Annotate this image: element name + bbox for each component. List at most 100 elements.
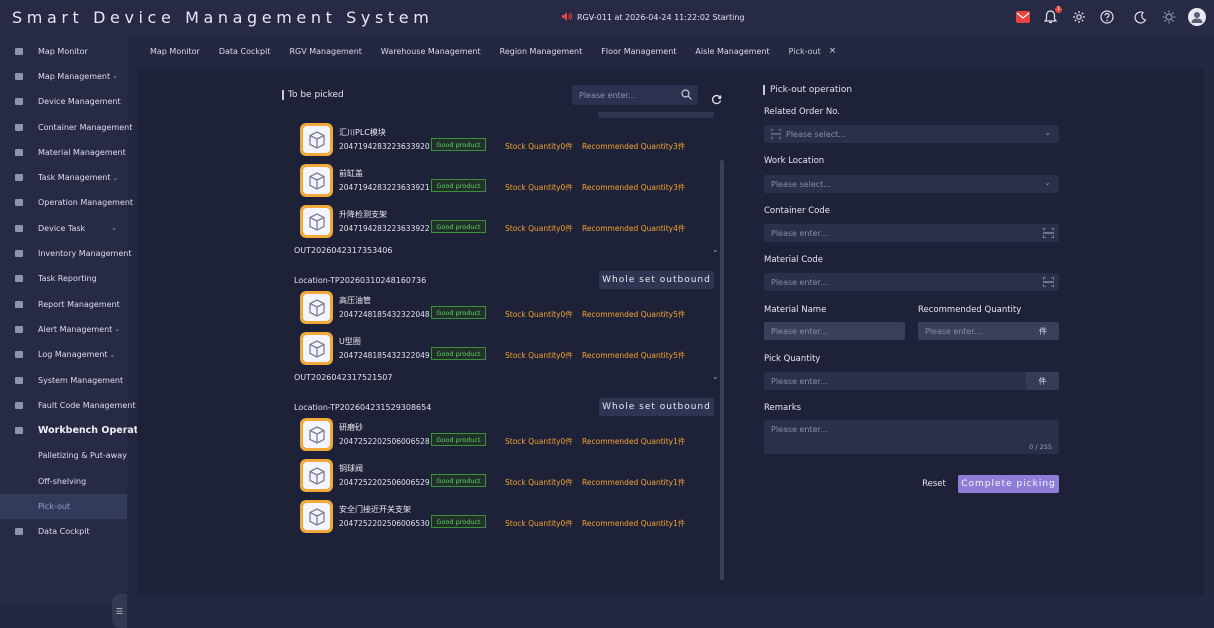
help-icon[interactable] [1098, 9, 1115, 26]
tab-aisle-management[interactable]: Aisle Management [695, 47, 769, 56]
mail-icon[interactable] [1014, 9, 1031, 26]
tab-region-management[interactable]: Region Management [500, 47, 583, 56]
recommended-quantity: Recommended Quantity5件 [582, 351, 686, 360]
search-icon[interactable] [681, 89, 692, 102]
search-placeholder: Please enter... [579, 90, 636, 100]
device-status[interactable]: RGV-011 at 2026-04-24 11:22:02 Starting [562, 12, 744, 23]
cockpit-icon [14, 527, 24, 536]
work-location-select[interactable]: Please select... ⌄ [764, 175, 1059, 193]
sidebar-item-map-management[interactable]: Map Management ⌄ [0, 64, 127, 89]
whole-set-outbound-button[interactable]: Whole set outbound [599, 398, 714, 416]
recommended-quantity: Recommended Quantity1件 [582, 437, 686, 446]
chevron-down-icon[interactable]: ⌄ [712, 245, 719, 254]
sidebar-item-operation-management[interactable]: Operation Management [0, 190, 133, 215]
scan-icon[interactable] [1042, 227, 1055, 240]
tab-floor-management[interactable]: Floor Management [601, 47, 676, 56]
chevron-down-icon: ⌄ [111, 224, 118, 233]
recommended-quantity-placeholder: Please enter... [925, 326, 982, 336]
sidebar-item-workbench-operation[interactable]: Workbench Operation [0, 418, 155, 443]
top-header: Smart Device Management System RGV-011 a… [0, 0, 1214, 38]
sidebar-item-label: Inventory Management [38, 249, 132, 259]
sidebar-item-container-management[interactable]: Container Management [0, 114, 132, 139]
sidebar-item-alert-management[interactable]: Alert Management ⌄ [0, 317, 127, 342]
sidebar-item-task-management[interactable]: Task Management ⌄ [0, 165, 127, 190]
search-input[interactable]: Please enter... [572, 85, 698, 105]
status-badge: Good product [431, 433, 486, 446]
menu-fold-icon: ☰ [115, 606, 124, 616]
sun-icon[interactable] [1160, 9, 1177, 26]
product-row[interactable]: U型圈 2047248185432322049 Good product Stock … [300, 332, 720, 365]
product-name: 铜球阀 [339, 464, 363, 473]
product-box-icon [300, 123, 333, 156]
product-box-icon [300, 164, 333, 197]
sidebar-item-fault-code-management[interactable]: Fault Code Management [0, 393, 135, 418]
product-row[interactable]: 汇川PLC模块 2047194283223633920 Good product St… [300, 123, 720, 156]
product-box-icon [300, 418, 333, 451]
avatar[interactable] [1188, 8, 1206, 26]
cut-off-button [598, 112, 714, 118]
tab-warehouse-management[interactable]: Warehouse Management [381, 47, 481, 56]
remarks-textarea[interactable]: Please enter... 0 / 255 [764, 420, 1059, 454]
sidebar-item-label: Alert Management [38, 324, 113, 334]
related-order-select[interactable]: Please select... ⌄ [764, 125, 1059, 143]
whole-set-outbound-button[interactable]: Whole set outbound [599, 271, 714, 289]
material-code-field[interactable]: Please enter... [764, 273, 1059, 291]
sidebar-item-label: Task Management [38, 173, 111, 183]
bell-icon[interactable]: 1 [1042, 5, 1062, 26]
order-number[interactable]: OUT2026042317521507 [294, 373, 392, 382]
product-row[interactable]: 铜球阀 2047252202506006529 Good product Stock … [300, 459, 720, 492]
sidebar-item-label: Map Management [38, 71, 111, 81]
sidebar-item-material-management[interactable]: Material Management [0, 140, 127, 165]
sidebar-item-log-management[interactable]: Log Management ⌄ [0, 342, 127, 367]
moon-icon[interactable] [1132, 9, 1149, 26]
product-row[interactable]: 安全门接近开关支架 2047252202506006530 Good product… [300, 500, 720, 533]
sidebar-item-device-task[interactable]: Device Task ⌄ [0, 216, 127, 241]
chevron-down-icon[interactable]: ⌄ [712, 372, 719, 381]
pick-out-operation-title: Pick-out operation [763, 85, 852, 95]
product-code: 2047252202506006530 [339, 519, 430, 528]
sidebar-item-task-reporting[interactable]: Task Reporting [0, 266, 127, 291]
product-row[interactable]: 研磨砂 2047252202506006528 Good product Stock … [300, 418, 720, 451]
close-icon[interactable]: × [829, 46, 837, 56]
material-name-field[interactable]: Please enter... [764, 322, 905, 340]
sidebar-item-system-management[interactable]: System Management [0, 367, 127, 392]
tab-pick-out[interactable]: Pick-out × [789, 46, 837, 56]
speaker-icon [562, 12, 572, 23]
stock-quantity: Stock Quantity0件 [505, 519, 573, 528]
sidebar-item-map-monitor[interactable]: Map Monitor [0, 39, 127, 64]
product-row[interactable]: 高压油管 2047248185432322048 Good product Stock… [300, 291, 720, 324]
refresh-icon[interactable] [711, 90, 722, 109]
recommended-quantity-field[interactable]: Please enter... 件 [918, 322, 1059, 340]
stock-quantity: Stock Quantity0件 [505, 310, 573, 319]
sidebar-item-off-shelving[interactable]: Off-shelving [0, 469, 127, 494]
complete-picking-button[interactable]: Complete picking [958, 475, 1059, 493]
device-task-icon [14, 224, 24, 233]
container-code-field[interactable]: Please enter... [764, 224, 1059, 242]
sidebar-item-data-cockpit[interactable]: Data Cockpit [0, 519, 127, 544]
tab-rgv-management[interactable]: RGV Management [289, 47, 361, 56]
order-number[interactable]: OUT2026042317353406 [294, 246, 392, 255]
scan-icon[interactable] [1042, 276, 1055, 289]
tab-map-monitor[interactable]: Map Monitor [150, 47, 200, 56]
tab-label: Pick-out [788, 46, 821, 56]
sidebar-item-device-management[interactable]: Device Management [0, 89, 127, 114]
reset-button[interactable]: Reset [917, 475, 951, 493]
gear-icon[interactable] [1070, 9, 1087, 26]
tab-label: Floor Management [601, 46, 677, 56]
recommended-quantity: Recommended Quantity3件 [582, 142, 686, 151]
sidebar-item-palletizing-put-away[interactable]: Palletizing & Put-away [0, 443, 127, 468]
product-box-icon [300, 205, 333, 238]
product-name: 安全门接近开关支架 [339, 505, 411, 514]
product-name: 高压油管 [339, 296, 371, 305]
product-row[interactable]: 前缸盖 2047194283223633921 Good product Stock … [300, 164, 720, 197]
related-order-label: Related Order No. [764, 107, 840, 117]
pick-quantity-field[interactable]: Please enter... [764, 372, 1026, 390]
sidebar-item-inventory-management[interactable]: Inventory Management [0, 241, 131, 266]
product-row[interactable]: 升降检测支架 2047194283223633922 Good product Sto… [300, 205, 720, 238]
tab-data-cockpit[interactable]: Data Cockpit [219, 47, 271, 56]
sidebar-item-pick-out[interactable]: Pick-out [0, 493, 127, 520]
sidebar-collapse-button[interactable]: ☰ [112, 594, 127, 628]
list-scrollbar[interactable] [720, 160, 724, 580]
container-code-placeholder: Please enter... [771, 228, 828, 238]
sidebar-item-report-management[interactable]: Report Management [0, 291, 127, 316]
